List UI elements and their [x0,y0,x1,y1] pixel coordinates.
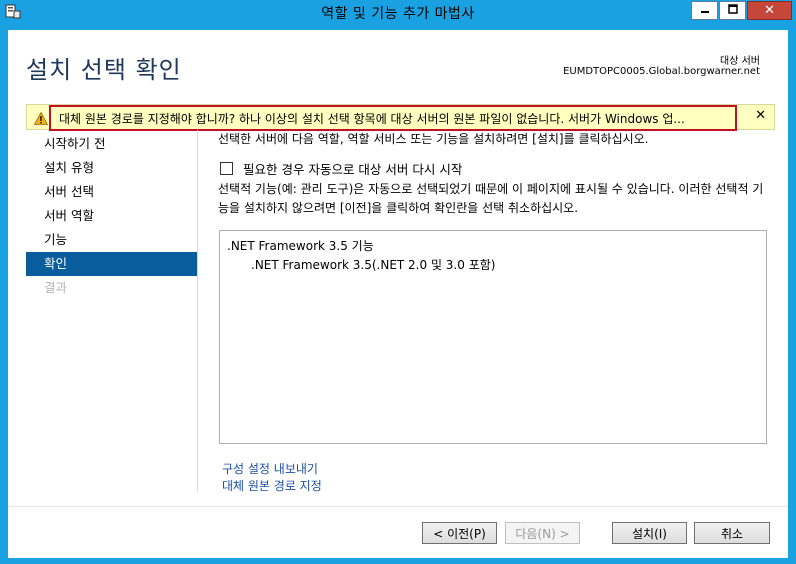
cancel-button[interactable]: 취소 [694,522,770,544]
close-window-button[interactable]: ✕ [747,1,792,20]
warning-banner: 대체 원본 경로를 지정해야 합니까? 하나 이상의 설치 선택 항목에 대상 … [26,104,775,131]
next-button: 다음(N) > [505,522,580,544]
target-server-label: 대상 서버 [720,56,760,67]
warning-triangle-icon [33,110,49,129]
wizard-nav: 시작하기 전 설치 유형 서버 선택 서버 역할 기능 확인 결과 [26,130,198,492]
warning-message-link[interactable]: 대체 원본 경로를 지정해야 합니까? 하나 이상의 설치 선택 항목에 대상 … [59,110,685,127]
list-item: .NET Framework 3.5 기능 [227,239,374,253]
nav-item-features[interactable]: 기능 [26,228,197,252]
target-server-name: EUMDTOPC0005.Global.borgwarner.net [563,66,760,77]
previous-button[interactable]: < 이전(P) [422,522,497,544]
export-settings-link[interactable]: 구성 설정 내보내기 [222,460,318,477]
title-bar[interactable]: 역할 및 기능 추가 마법사 ✕ [0,0,796,24]
nav-item-server-selection[interactable]: 서버 선택 [26,180,197,204]
restart-checkbox[interactable] [220,162,233,175]
minimize-button[interactable] [691,1,718,20]
nav-item-before-you-begin[interactable]: 시작하기 전 [26,132,197,156]
maximize-icon [727,3,738,18]
wizard-client-area: 설치 선택 확인 대상 서버 EUMDTOPC0005.Global.borgw… [8,30,788,558]
nav-item-results: 결과 [44,280,68,295]
restart-option[interactable]: 필요한 경우 자동으로 대상 서버 다시 시작 [220,159,462,178]
list-item: .NET Framework 3.5(.NET 2.0 및 3.0 포함) [251,258,496,272]
minimize-icon [700,3,710,18]
nav-item-server-roles[interactable]: 서버 역할 [26,204,197,228]
restart-checkbox-label[interactable]: 필요한 경우 자동으로 대상 서버 다시 시작 [243,159,462,178]
alternate-source-link[interactable]: 대체 원본 경로 지정 [222,477,322,494]
optional-features-info: 선택적 기능(예: 관리 도구)은 자동으로 선택되었기 때문에 이 페이지에 … [218,182,764,215]
instruction-text: 선택한 서버에 다음 역할, 역할 서비스 또는 기능을 설치하려면 [설치]를… [218,132,649,146]
install-button[interactable]: 설치(I) [612,522,687,544]
footer-divider [8,506,788,507]
maximize-button[interactable] [719,1,746,20]
selection-listbox[interactable]: .NET Framework 3.5 기능 .NET Framework 3.5… [219,230,767,444]
page-title: 설치 선택 확인 [26,56,182,84]
nav-item-installation-type[interactable]: 설치 유형 [26,156,197,180]
close-icon: ✕ [764,3,775,18]
warning-close-button[interactable]: ✕ [755,108,766,123]
wizard-window: 역할 및 기능 추가 마법사 ✕ 설치 선택 확인 대상 서버 EUMDTOPC… [0,0,796,564]
nav-item-confirmation[interactable]: 확인 [26,252,197,276]
window-title: 역할 및 기능 추가 마법사 [321,6,475,22]
